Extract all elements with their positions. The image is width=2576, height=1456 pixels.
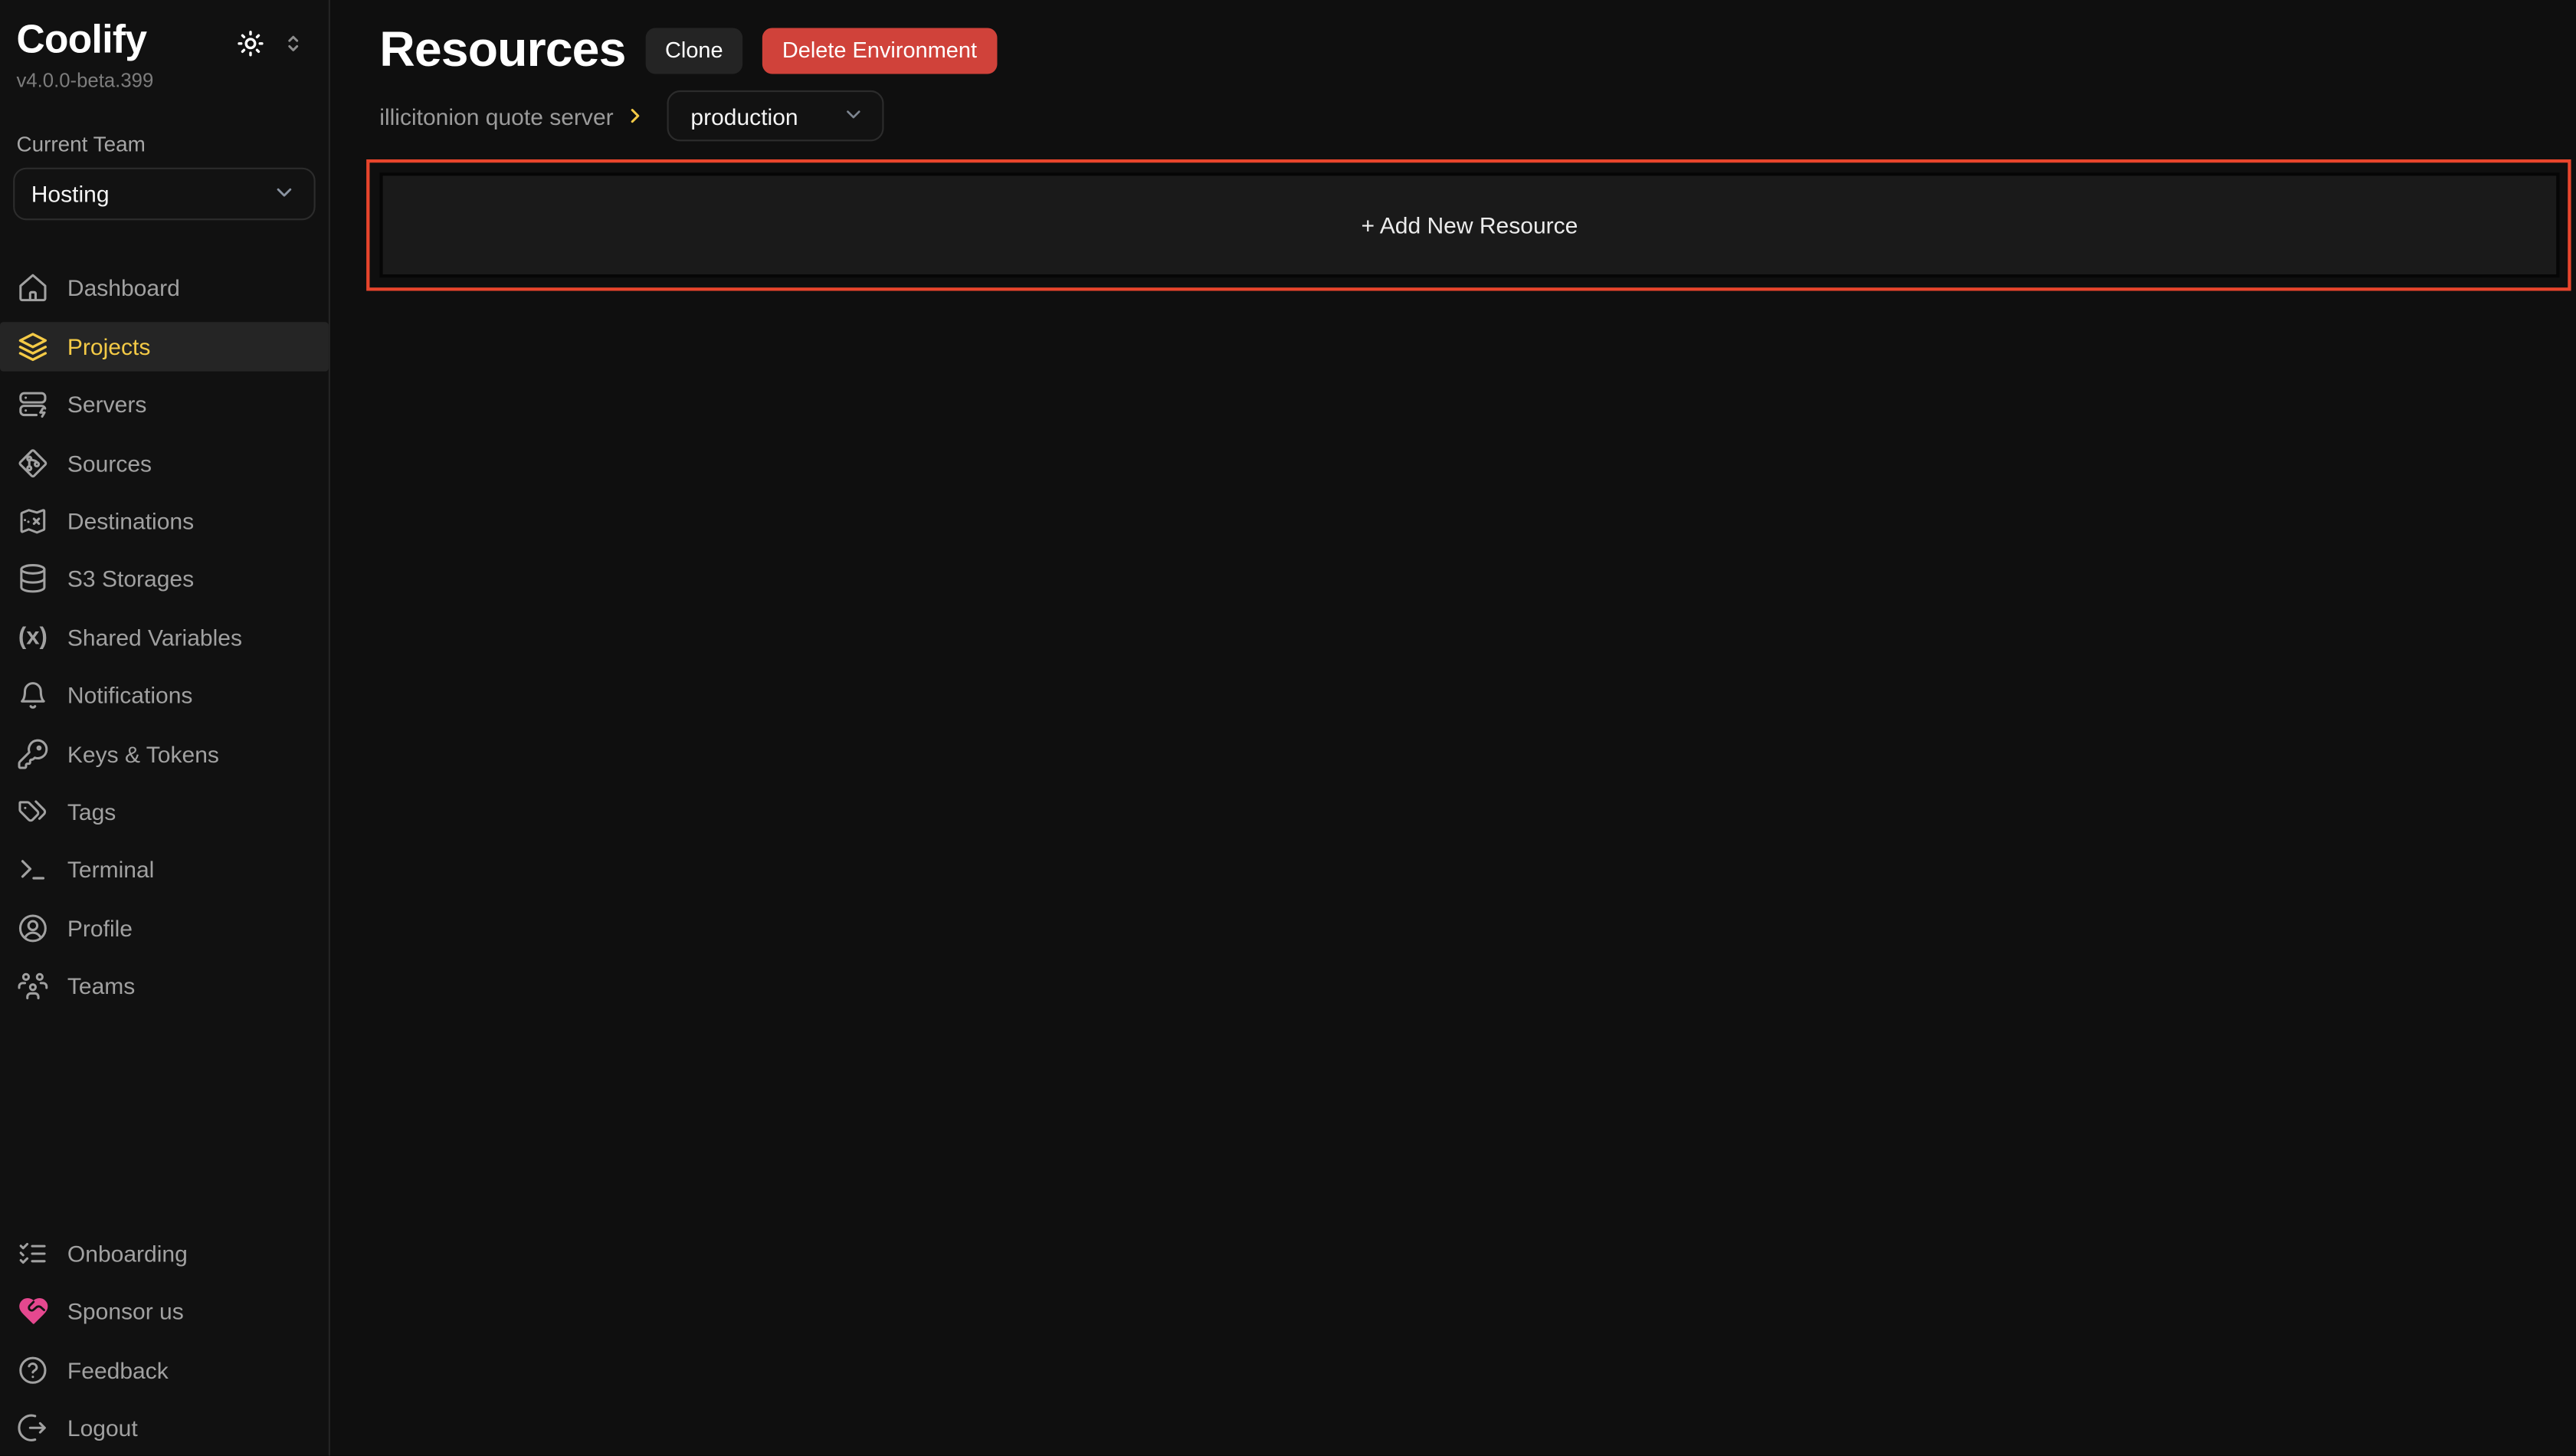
sidebar-item-label: Servers [67, 392, 146, 418]
page-header: Resources Clone Delete Environment [379, 23, 2576, 79]
chevron-right-icon [625, 105, 647, 126]
breadcrumb-project-link[interactable]: illicitonion quote server [379, 103, 613, 129]
sidebar-nav: Dashboard Projects Servers Sources Desti… [0, 264, 329, 1011]
app-version: v4.0.0-beta.399 [0, 63, 329, 93]
sidebar-item-notifications[interactable]: Notifications [0, 671, 329, 720]
user-circle-icon [16, 911, 49, 944]
team-select-value: Hosting [31, 182, 110, 208]
coolify-app: Coolify v4.0.0-beta.399 Current Team Hos… [0, 0, 2576, 1456]
delete-environment-button[interactable]: Delete Environment [762, 28, 997, 74]
layers-icon [16, 330, 49, 363]
sidebar-item-logout[interactable]: Logout [0, 1403, 317, 1452]
sidebar-item-teams[interactable]: Teams [0, 961, 329, 1010]
brand-row: Coolify [0, 0, 329, 63]
add-resource-region: + Add New Resource [379, 172, 2559, 277]
chevron-down-icon [271, 179, 297, 210]
sidebar-item-terminal[interactable]: Terminal [0, 845, 329, 894]
sidebar-item-label: Teams [67, 972, 135, 999]
sidebar-item-label: Onboarding [67, 1240, 188, 1266]
sidebar-item-destinations[interactable]: Destinations [0, 496, 329, 545]
add-new-resource-label: + Add New Resource [1362, 212, 1578, 238]
server-icon [16, 388, 49, 421]
sidebar-item-label: Terminal [67, 857, 154, 883]
sidebar-item-onboarding[interactable]: Onboarding [0, 1228, 317, 1277]
sidebar-item-sponsor-us[interactable]: Sponsor us [0, 1287, 317, 1336]
terminal-icon [16, 853, 49, 886]
sidebar-item-dashboard[interactable]: Dashboard [0, 264, 329, 313]
breadcrumb: illicitonion quote server production [379, 92, 2576, 139]
sidebar-item-profile[interactable]: Profile [0, 903, 329, 953]
sidebar-item-label: Sources [67, 450, 152, 476]
environment-select[interactable]: production [667, 90, 883, 141]
sun-icon[interactable] [235, 28, 267, 59]
environment-select-value: production [690, 103, 798, 129]
sidebar-item-label: Destinations [67, 507, 194, 533]
sidebar-item-label: Feedback [67, 1356, 169, 1382]
map-icon [16, 504, 49, 537]
clone-button[interactable]: Clone [645, 28, 742, 74]
sidebar-item-label: Dashboard [67, 275, 180, 301]
sidebar: Coolify v4.0.0-beta.399 Current Team Hos… [0, 0, 330, 1456]
main-content: Resources Clone Delete Environment illic… [330, 0, 2576, 1456]
logout-icon [16, 1412, 49, 1445]
tags-icon [16, 795, 49, 828]
app-logo: Coolify [16, 20, 146, 64]
sidebar-item-shared-variables[interactable]: (x) Shared Variables [0, 612, 329, 661]
checklist-icon [16, 1237, 49, 1270]
sidebar-item-label: Keys & Tokens [67, 740, 219, 766]
current-team-label: Current Team [0, 93, 329, 157]
add-new-resource-button[interactable]: + Add New Resource [379, 172, 2559, 277]
key-icon [16, 737, 49, 770]
team-select[interactable]: Hosting [13, 169, 316, 221]
variables-icon: (x) [16, 624, 49, 650]
sidebar-item-label: Profile [67, 915, 133, 941]
sidebar-item-label: Sponsor us [67, 1298, 184, 1324]
sidebar-item-label: Logout [67, 1415, 138, 1441]
git-source-icon [16, 446, 49, 479]
sidebar-item-label: S3 Storages [67, 566, 194, 592]
sidebar-item-label: Projects [67, 333, 150, 359]
chevron-down-icon [841, 101, 865, 131]
sidebar-item-sources[interactable]: Sources [0, 438, 329, 487]
users-group-icon [16, 969, 49, 1002]
sidebar-item-label: Tags [67, 799, 116, 825]
database-icon [16, 562, 49, 595]
help-circle-icon [16, 1353, 49, 1386]
sidebar-item-label: Shared Variables [67, 624, 242, 650]
sidebar-item-s3-storages[interactable]: S3 Storages [0, 554, 329, 603]
sidebar-footer-nav: Onboarding Sponsor us Feedback Logout [0, 1228, 317, 1452]
sidebar-item-keys-tokens[interactable]: Keys & Tokens [0, 729, 329, 778]
sidebar-item-feedback[interactable]: Feedback [0, 1345, 317, 1394]
sidebar-item-tags[interactable]: Tags [0, 787, 329, 836]
sidebar-item-projects[interactable]: Projects [0, 322, 329, 371]
chevrons-up-down-icon[interactable] [281, 30, 306, 57]
sidebar-item-servers[interactable]: Servers [0, 380, 329, 429]
bell-icon [16, 679, 49, 712]
page-title: Resources [379, 23, 625, 79]
sidebar-item-label: Notifications [67, 682, 193, 708]
heart-handshake-icon [16, 1295, 49, 1328]
home-icon [16, 272, 49, 305]
